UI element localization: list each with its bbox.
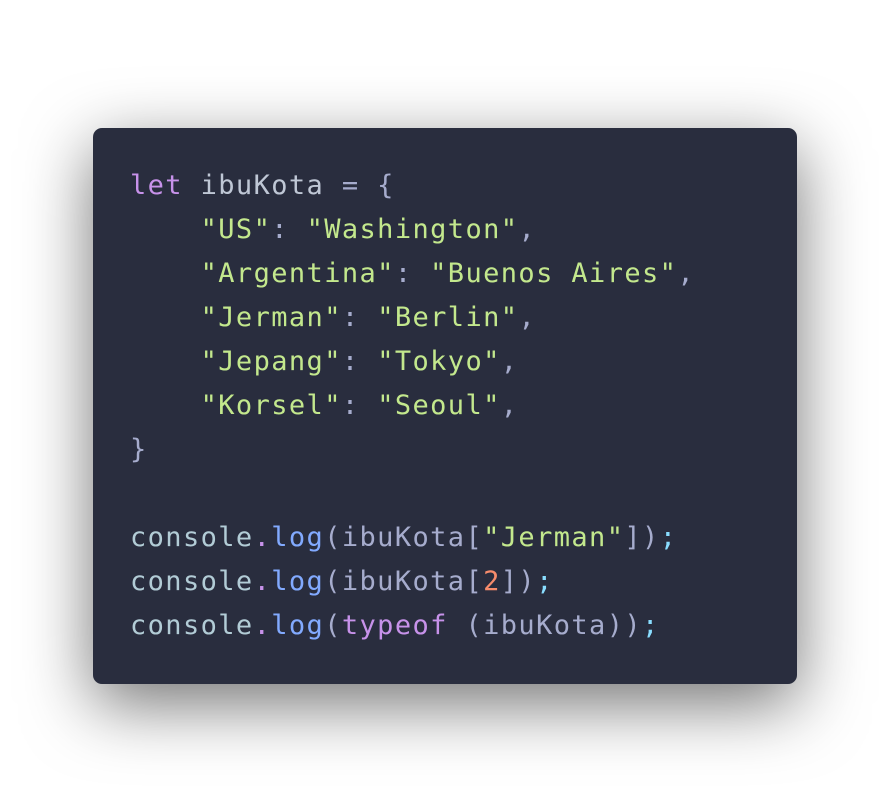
code-token-pun: : — [341, 390, 378, 421]
code-token-semi: ; — [659, 522, 678, 553]
code-line: "US": "Washington", — [130, 208, 695, 252]
code-line: "Korsel": "Seoul", — [130, 384, 695, 428]
code-line: } — [130, 428, 695, 472]
code-token-pun — [130, 214, 201, 245]
code-token-pun: , — [677, 258, 695, 289]
code-token-pun: : — [271, 214, 307, 245]
code-token-pun — [130, 346, 201, 377]
code-token-pun: , — [518, 302, 537, 333]
code-token-pun — [130, 258, 201, 289]
code-token-kw: let — [130, 170, 183, 201]
code-token-str: "Buenos Aires" — [430, 258, 678, 289]
code-token-pun: (ibuKota[ — [324, 566, 484, 597]
code-token-num: 2 — [483, 566, 501, 597]
code-token-pun: { — [359, 170, 395, 201]
code-token-str: "Korsel" — [200, 390, 342, 421]
code-token-pun: : — [394, 258, 431, 289]
code-token-pun: ]) — [624, 522, 660, 553]
code-line: let ibuKota = { — [130, 164, 695, 208]
code-token-pun: (ibuKota)) — [447, 610, 643, 641]
code-token-fn: log — [271, 610, 325, 641]
code-token-dot: . — [253, 522, 272, 553]
code-token-str: "US" — [200, 214, 272, 245]
code-token-dot: . — [253, 610, 272, 641]
code-line: "Argentina": "Buenos Aires", — [130, 252, 695, 296]
code-line: console.log(ibuKota["Jerman"]); — [130, 516, 695, 560]
code-token-pun: : — [341, 302, 378, 333]
code-line: console.log(ibuKota[2]); — [130, 560, 695, 604]
code-line: console.log(typeof (ibuKota)); — [130, 604, 695, 648]
code-token-obj: console — [130, 566, 254, 597]
code-token-str: "Argentina" — [200, 258, 395, 289]
code-token-str: "Tokyo" — [377, 346, 501, 377]
code-token-pun — [130, 390, 201, 421]
code-block: let ibuKota = { "US": "Washington", "Arg… — [130, 164, 695, 648]
code-line: "Jepang": "Tokyo", — [130, 340, 695, 384]
code-token-str: "Jepang" — [200, 346, 342, 377]
code-token-pun: ( — [324, 610, 342, 641]
code-token-pun: (ibuKota[ — [324, 522, 484, 553]
code-token-pun: , — [500, 346, 519, 377]
code-token-str: "Washington" — [306, 214, 519, 245]
code-line: "Jerman": "Berlin", — [130, 296, 695, 340]
code-token-obj: console — [130, 522, 254, 553]
code-token-str: "Jerman" — [483, 522, 625, 553]
code-token-semi: ; — [536, 566, 554, 597]
code-token-obj: console — [130, 610, 254, 641]
code-token-pun: } — [130, 434, 148, 465]
code-token-fn: log — [271, 566, 325, 597]
code-token-fn: log — [271, 522, 325, 553]
code-token-str: "Seoul" — [377, 390, 501, 421]
code-token-pun: , — [518, 214, 537, 245]
code-token-pun: ]) — [500, 566, 537, 597]
code-token-str: "Berlin" — [377, 302, 519, 333]
code-token-var: ibuKota — [182, 170, 342, 201]
code-token-dot: . — [253, 566, 272, 597]
code-token-str: "Jerman" — [200, 302, 342, 333]
code-token-semi: ; — [642, 610, 660, 641]
code-token-pun: , — [500, 390, 519, 421]
code-token-pun: = — [341, 170, 360, 201]
code-token-pun — [130, 302, 201, 333]
code-token-kw: typeof — [341, 610, 448, 641]
code-token-pun: : — [341, 346, 378, 377]
